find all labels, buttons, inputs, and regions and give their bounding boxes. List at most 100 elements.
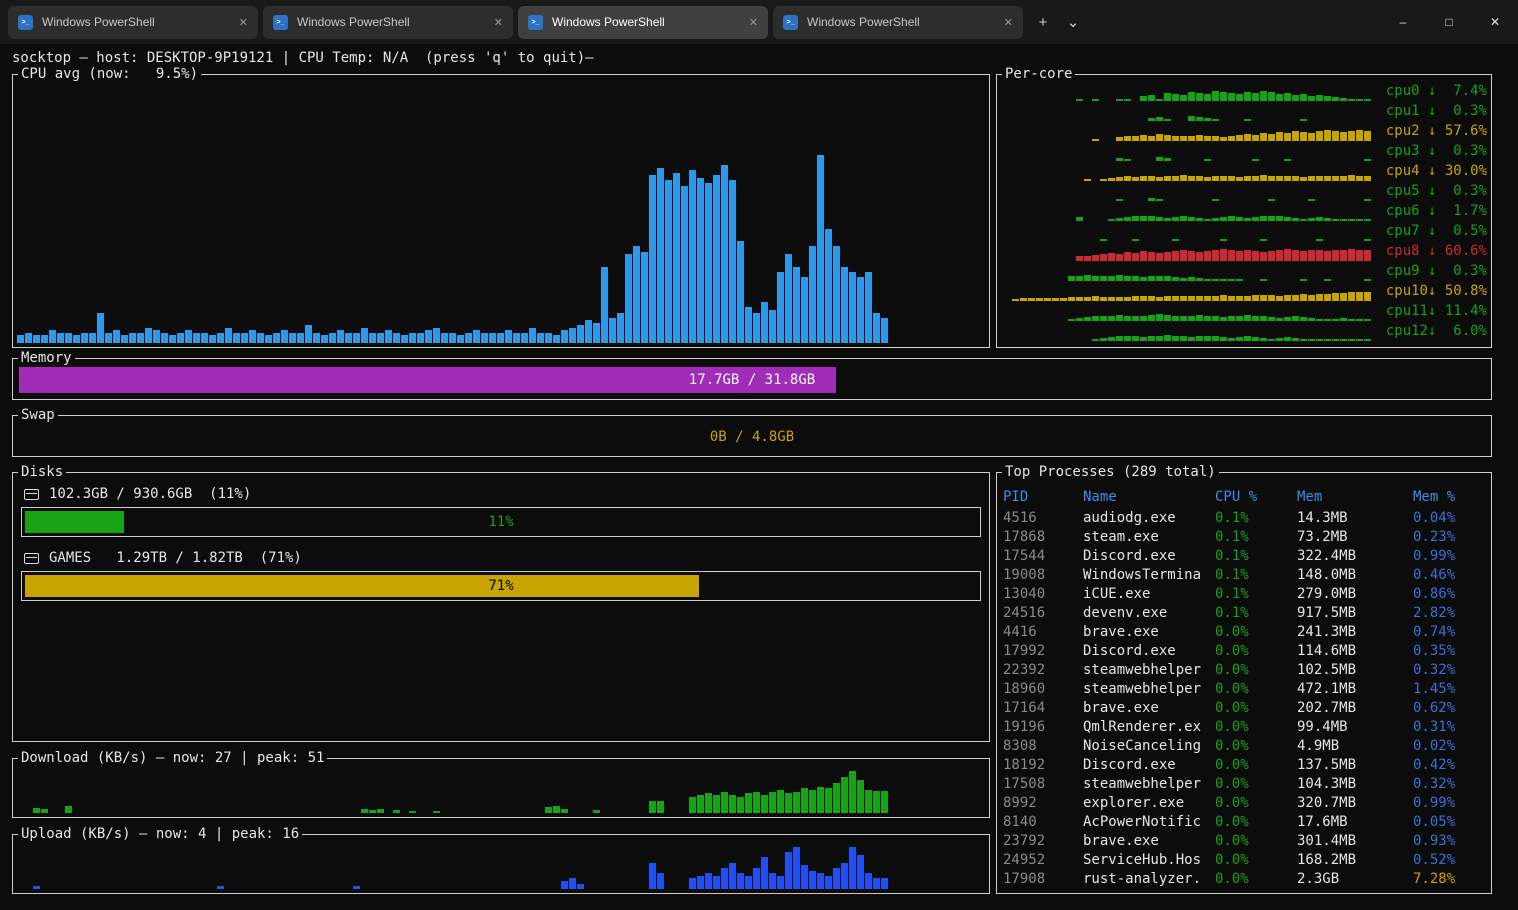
process-row[interactable]: 17508steamwebhelper0.0%104.3MB0.32% [1003,775,1487,794]
tab-close-icon[interactable]: ✕ [749,16,758,29]
chart-bar [1364,219,1371,221]
chart-bar [1180,216,1187,221]
process-row[interactable]: 18192Discord.exe0.0%137.5MB0.42% [1003,756,1487,775]
chart-bar [1300,219,1307,221]
process-row[interactable]: 17868steam.exe0.1%73.2MB0.23% [1003,528,1487,547]
process-row[interactable]: 24516devenv.exe0.1%917.5MB2.82% [1003,604,1487,623]
chart-bar [1276,296,1283,301]
tab[interactable]: >_Windows PowerShell✕ [263,6,513,39]
process-row[interactable]: 4516audiodg.exe0.1%14.3MB0.04% [1003,509,1487,528]
process-row[interactable]: 4416brave.exe0.0%241.3MB0.74% [1003,623,1487,642]
chart-bar [769,873,776,889]
process-row[interactable]: 17908rust-analyzer.0.0%2.3GB7.28% [1003,870,1487,889]
minimize-button[interactable]: – [1380,0,1426,44]
chart-bar [1284,295,1291,301]
chart-bar [233,333,240,343]
chart-bar [305,325,312,343]
upload-title: Upload (KB/s) — now: 4 | peak: 16 [18,825,302,843]
maximize-button[interactable]: □ [1426,0,1472,44]
chart-bar [297,333,304,343]
chart-bar [1308,176,1315,181]
process-row[interactable]: 23792brave.exe0.0%301.4MB0.93% [1003,832,1487,851]
chart-bar [1188,92,1195,101]
tab[interactable]: >_Windows PowerShell✕ [773,6,1023,39]
chart-bar [17,335,24,343]
chart-bar [1156,99,1163,101]
chart-bar [745,876,752,889]
chart-bar [1308,250,1315,261]
chart-bar [153,330,160,343]
chart-bar [1292,316,1299,321]
chart-bar [1140,96,1147,101]
chart-bar [817,873,824,889]
process-row[interactable]: 17164brave.exe0.0%202.7MB0.62% [1003,699,1487,718]
chart-bar [401,335,408,343]
disks-panel: Disks 102.3GB / 930.6GB (11%)11%GAMES 1.… [12,472,990,742]
chart-bar [1308,218,1315,221]
process-row[interactable]: 19008WindowsTermina0.1%148.0MB0.46% [1003,566,1487,585]
chart-bar [729,863,736,889]
chart-bar [777,876,784,889]
chart-bar [1204,118,1211,121]
tab-dropdown-button[interactable]: ⌄ [1058,7,1088,37]
chart-bar [1188,337,1195,341]
core-sparkline [1001,303,1371,321]
chart-bar [657,873,664,889]
process-row[interactable]: 18960steamwebhelper0.0%472.1MB1.45% [1003,680,1487,699]
chart-bar [1148,95,1155,101]
chart-bar [361,328,368,343]
chart-bar [1156,157,1163,161]
chart-bar [713,876,720,889]
process-row[interactable]: 22392steamwebhelper0.0%102.5MB0.32% [1003,661,1487,680]
chart-bar [1300,339,1307,341]
chart-bar [1204,136,1211,141]
core-row: cpu12↓ 6.0% [1001,321,1487,341]
chart-bar [1060,298,1067,301]
tab-close-icon[interactable]: ✕ [1004,16,1013,29]
process-name: brave.exe [1083,699,1215,718]
chart-bar [705,183,712,343]
chart-bar [1148,252,1155,261]
process-row[interactable]: 24952ServiceHub.Hos0.0%168.2MB0.52% [1003,851,1487,870]
new-tab-button[interactable]: + [1028,7,1058,37]
chart-bar [425,330,432,343]
chart-bar [785,793,792,813]
chart-bar [1260,216,1267,221]
chart-bar [1196,296,1203,301]
chart-bar [1108,276,1115,281]
process-mem: 279.0MB [1297,585,1413,604]
process-row[interactable]: 17992Discord.exe0.0%114.6MB0.35% [1003,642,1487,661]
process-mem: 2.3GB [1297,870,1413,889]
process-name: iCUE.exe [1083,585,1215,604]
chart-bar [1292,95,1299,101]
tab[interactable]: >_Windows PowerShell✕ [8,6,258,39]
process-pid: 18192 [1003,756,1083,775]
chart-bar [833,783,840,813]
chart-bar [1156,297,1163,301]
process-row[interactable]: 17544Discord.exe0.1%322.4MB0.99% [1003,547,1487,566]
process-mem: 137.5MB [1297,756,1413,775]
tab-close-icon[interactable]: ✕ [239,16,248,29]
chart-bar [1180,296,1187,301]
process-mem: 14.3MB [1297,509,1413,528]
powershell-icon: >_ [273,15,288,30]
process-pid: 17544 [1003,547,1083,566]
process-pid: 13040 [1003,585,1083,604]
chart-bar [489,333,496,343]
chart-bar [1228,176,1235,181]
process-row[interactable]: 8140AcPowerNotific0.0%17.6MB0.05% [1003,813,1487,832]
chart-bar [1364,319,1371,321]
tab[interactable]: >_Windows PowerShell✕ [518,6,768,39]
tab-close-icon[interactable]: ✕ [494,16,503,29]
process-row[interactable]: 19196QmlRenderer.ex0.0%99.4MB0.31% [1003,718,1487,737]
close-window-button[interactable]: ✕ [1472,0,1518,44]
chart-bar [705,873,712,889]
chart-bar [1156,314,1163,321]
process-row[interactable]: 13040iCUE.exe0.1%279.0MB0.86% [1003,585,1487,604]
chart-bar [1124,217,1131,221]
process-row[interactable]: 8992explorer.exe0.0%320.7MB0.99% [1003,794,1487,813]
process-row[interactable]: 8308NoiseCanceling0.0%4.9MB0.02% [1003,737,1487,756]
chart-bar [1180,316,1187,321]
chart-bar [649,801,656,813]
chart-bar [1236,217,1243,221]
